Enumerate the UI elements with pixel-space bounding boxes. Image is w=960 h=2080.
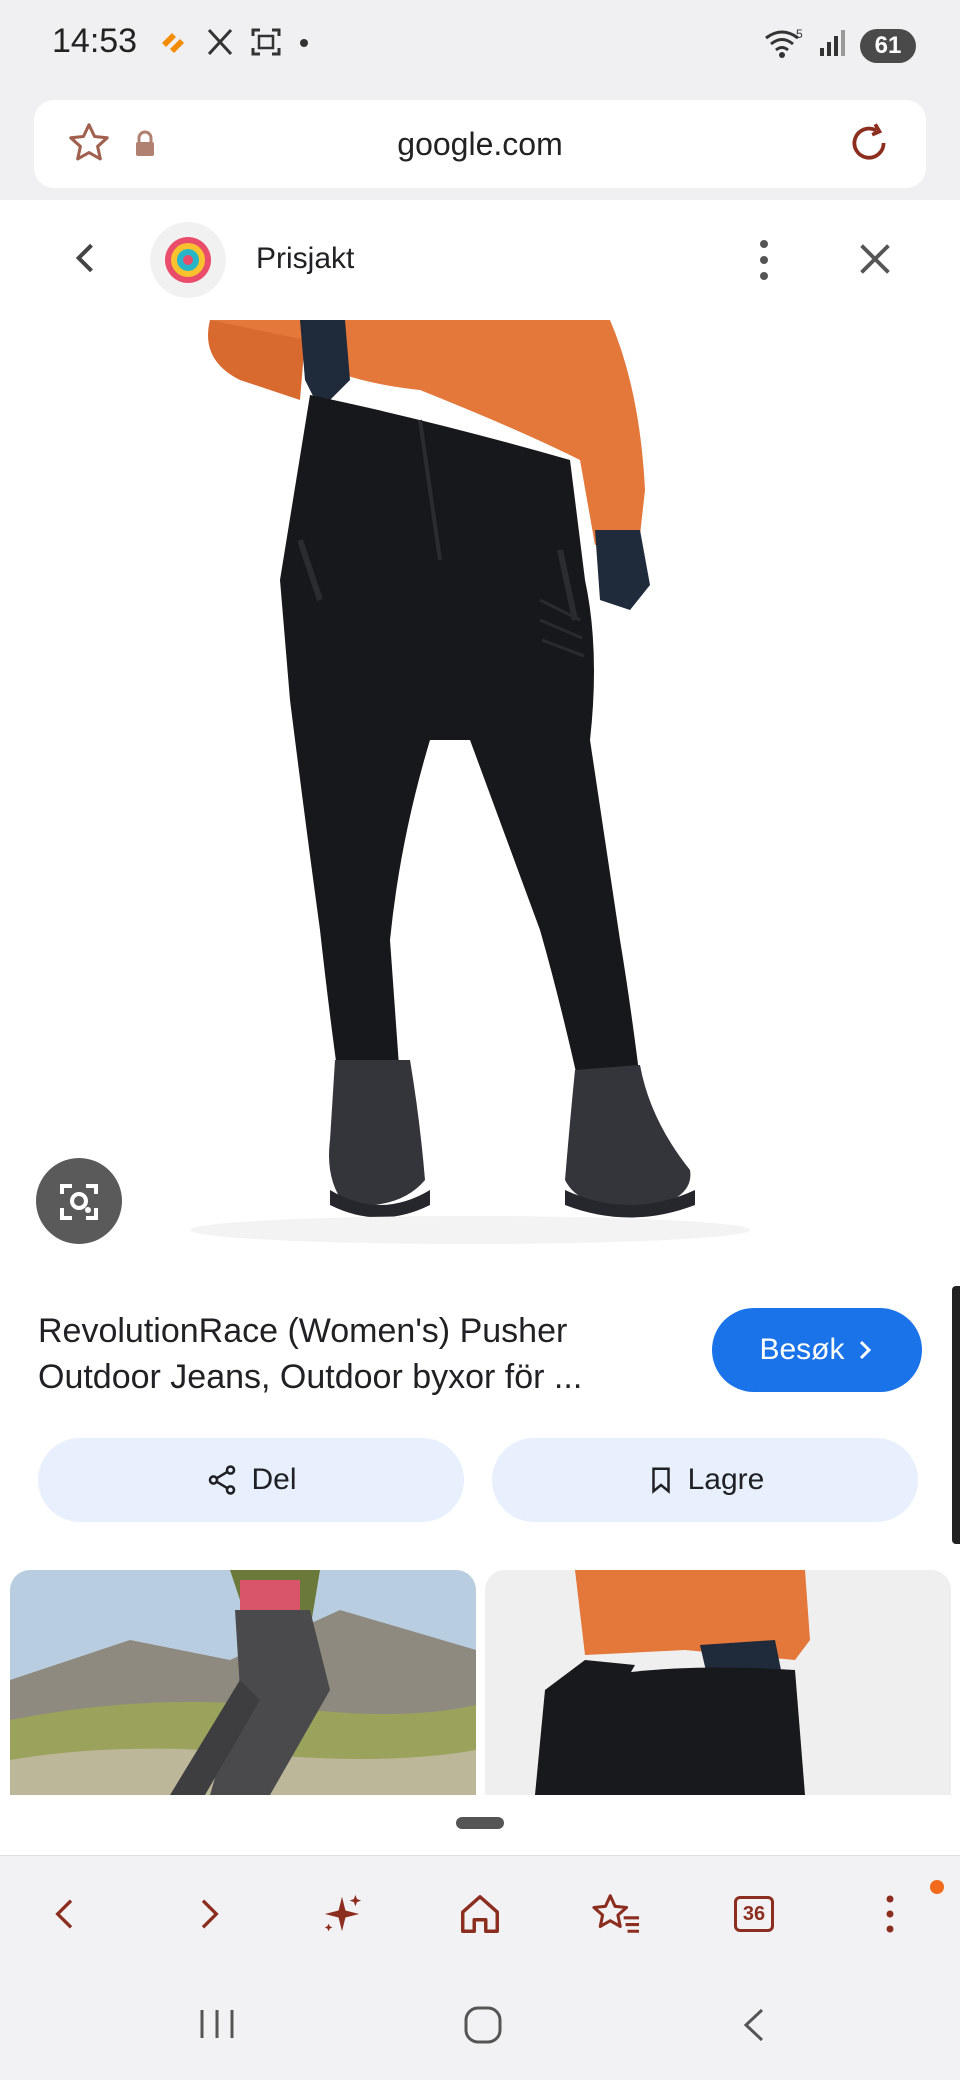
forward-arrow-icon[interactable] <box>182 1888 234 1940</box>
screenshot-icon <box>250 26 282 63</box>
chevron-right-icon <box>859 1340 871 1360</box>
site-name: Prisjakt <box>256 242 355 275</box>
save-button[interactable]: Lagre <box>492 1438 918 1522</box>
url-bar-container: google.com <box>0 88 960 200</box>
google-lens-button[interactable] <box>36 1158 122 1244</box>
more-vert-icon[interactable] <box>750 236 778 289</box>
status-system-icons: 5 61 <box>762 26 916 65</box>
related-image-thumbnail[interactable] <box>485 1570 951 1795</box>
url-bar[interactable]: google.com <box>34 100 926 188</box>
reload-icon[interactable] <box>844 118 894 173</box>
hiker-photo <box>10 1570 476 1795</box>
related-image-thumbnail[interactable] <box>10 1570 476 1795</box>
visit-button-label: Besøk <box>759 1333 845 1366</box>
back-nav-icon[interactable] <box>736 2004 772 2051</box>
visit-button[interactable]: Besøk <box>712 1308 922 1392</box>
sparkle-icon[interactable] <box>316 1888 368 1940</box>
product-image[interactable] <box>0 320 960 1280</box>
product-photo-pants <box>0 320 960 1280</box>
share-icon <box>209 1465 236 1495</box>
bookmark-icon <box>651 1467 670 1494</box>
status-time: 14:53 <box>52 22 138 60</box>
save-button-label: Lagre <box>687 1463 765 1496</box>
share-button[interactable]: Del <box>38 1438 464 1522</box>
back-icon[interactable] <box>64 236 108 285</box>
menu-icon[interactable] <box>864 1888 916 1940</box>
close-icon[interactable] <box>852 236 898 287</box>
tab-count: 36 <box>734 1896 774 1932</box>
status-bar: 14:53 5 61 <box>0 0 960 88</box>
share-button-label: Del <box>251 1463 297 1496</box>
strava-icon <box>158 27 190 62</box>
update-badge <box>930 1880 944 1894</box>
lens-icon <box>60 1184 98 1220</box>
home-button-icon[interactable] <box>462 2004 504 2051</box>
browser-toolbar: 36 <box>0 1855 960 1970</box>
drag-handle[interactable] <box>456 1817 504 1829</box>
system-nav-bar <box>0 1970 960 2080</box>
url-text[interactable]: google.com <box>34 126 926 163</box>
pants-closeup-photo <box>485 1570 951 1795</box>
battery-icon: 61 <box>860 28 916 63</box>
x-icon <box>206 27 234 62</box>
svg-text:5: 5 <box>796 27 803 41</box>
bookmarks-icon[interactable] <box>590 1888 642 1940</box>
signal-icon <box>818 28 848 63</box>
recent-apps-icon[interactable] <box>194 2004 240 2049</box>
related-images <box>0 1570 960 1795</box>
prisjakt-logo-icon <box>150 222 226 298</box>
scrollbar[interactable] <box>952 1286 960 1544</box>
dot-icon <box>298 36 310 54</box>
product-info: RevolutionRace (Women's) Pusher Outdoor … <box>0 1280 960 1570</box>
wifi-icon: 5 <box>762 26 806 65</box>
status-notification-icons <box>158 26 310 63</box>
back-arrow-icon[interactable] <box>40 1888 92 1940</box>
tabs-icon[interactable]: 36 <box>728 1888 780 1940</box>
product-title[interactable]: RevolutionRace (Women's) Pusher Outdoor … <box>38 1308 678 1400</box>
sheet-header: Prisjakt <box>0 200 960 320</box>
sheet-bottom <box>0 1795 960 1855</box>
home-icon[interactable] <box>454 1888 506 1940</box>
